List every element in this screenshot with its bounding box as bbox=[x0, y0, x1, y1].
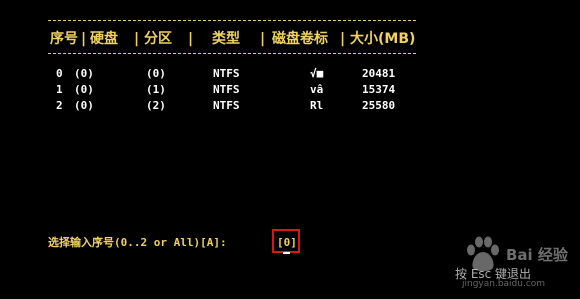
cell-label: Rl bbox=[310, 99, 324, 112]
header-size: 大小(MB) bbox=[350, 31, 416, 47]
header-separator: | bbox=[188, 31, 194, 47]
watermark-brand: Bai 经验 bbox=[506, 246, 568, 264]
cell-partition: (1) bbox=[146, 83, 166, 96]
cell-index: 0 bbox=[56, 67, 63, 80]
header-disk: 硬盘 bbox=[90, 31, 118, 47]
header-separator: | bbox=[260, 31, 266, 47]
cell-type: NTFS bbox=[213, 99, 240, 112]
header-separator: | bbox=[81, 31, 87, 47]
selection-input[interactable]: [0] bbox=[277, 235, 297, 251]
table-row[interactable]: 1 (0) (1) NTFS vâ 15374 bbox=[48, 82, 420, 97]
cell-partition: (2) bbox=[146, 99, 166, 112]
header-separator: | bbox=[340, 31, 346, 47]
cell-disk: (0) bbox=[74, 67, 94, 80]
cell-index: 1 bbox=[56, 83, 63, 96]
cell-type: NTFS bbox=[213, 67, 240, 80]
table-row[interactable]: 2 (0) (2) NTFS Rl 25580 bbox=[48, 98, 420, 113]
cell-disk: (0) bbox=[74, 83, 94, 96]
cell-label: vâ bbox=[310, 83, 324, 96]
cell-disk: (0) bbox=[74, 99, 94, 112]
cell-partition: (0) bbox=[146, 67, 166, 80]
cell-type: NTFS bbox=[213, 83, 240, 96]
cell-size: 20481 bbox=[362, 67, 396, 80]
top-divider bbox=[48, 20, 416, 21]
header-type: 类型 bbox=[212, 31, 240, 47]
table-header: 序号 | 硬盘 | 分区 | 类型 | 磁盘卷标 | 大小(MB) bbox=[48, 29, 420, 49]
header-divider bbox=[48, 53, 416, 54]
table-row[interactable]: 0 (0) (0) NTFS √■ 20481 bbox=[48, 66, 420, 81]
header-partition: 分区 bbox=[144, 31, 172, 47]
selection-prompt: 选择输入序号(0..2 or All)[A]: bbox=[48, 236, 227, 249]
esc-exit-hint: 按 Esc 键退出 bbox=[455, 267, 532, 281]
cell-size: 15374 bbox=[362, 83, 396, 96]
header-separator: | bbox=[134, 31, 140, 47]
cell-size: 25580 bbox=[362, 99, 396, 112]
header-label: 磁盘卷标 bbox=[272, 31, 328, 47]
cell-label: √■ bbox=[310, 67, 324, 80]
header-index: 序号 bbox=[50, 31, 78, 47]
cell-index: 2 bbox=[56, 99, 63, 112]
text-cursor bbox=[283, 252, 290, 254]
